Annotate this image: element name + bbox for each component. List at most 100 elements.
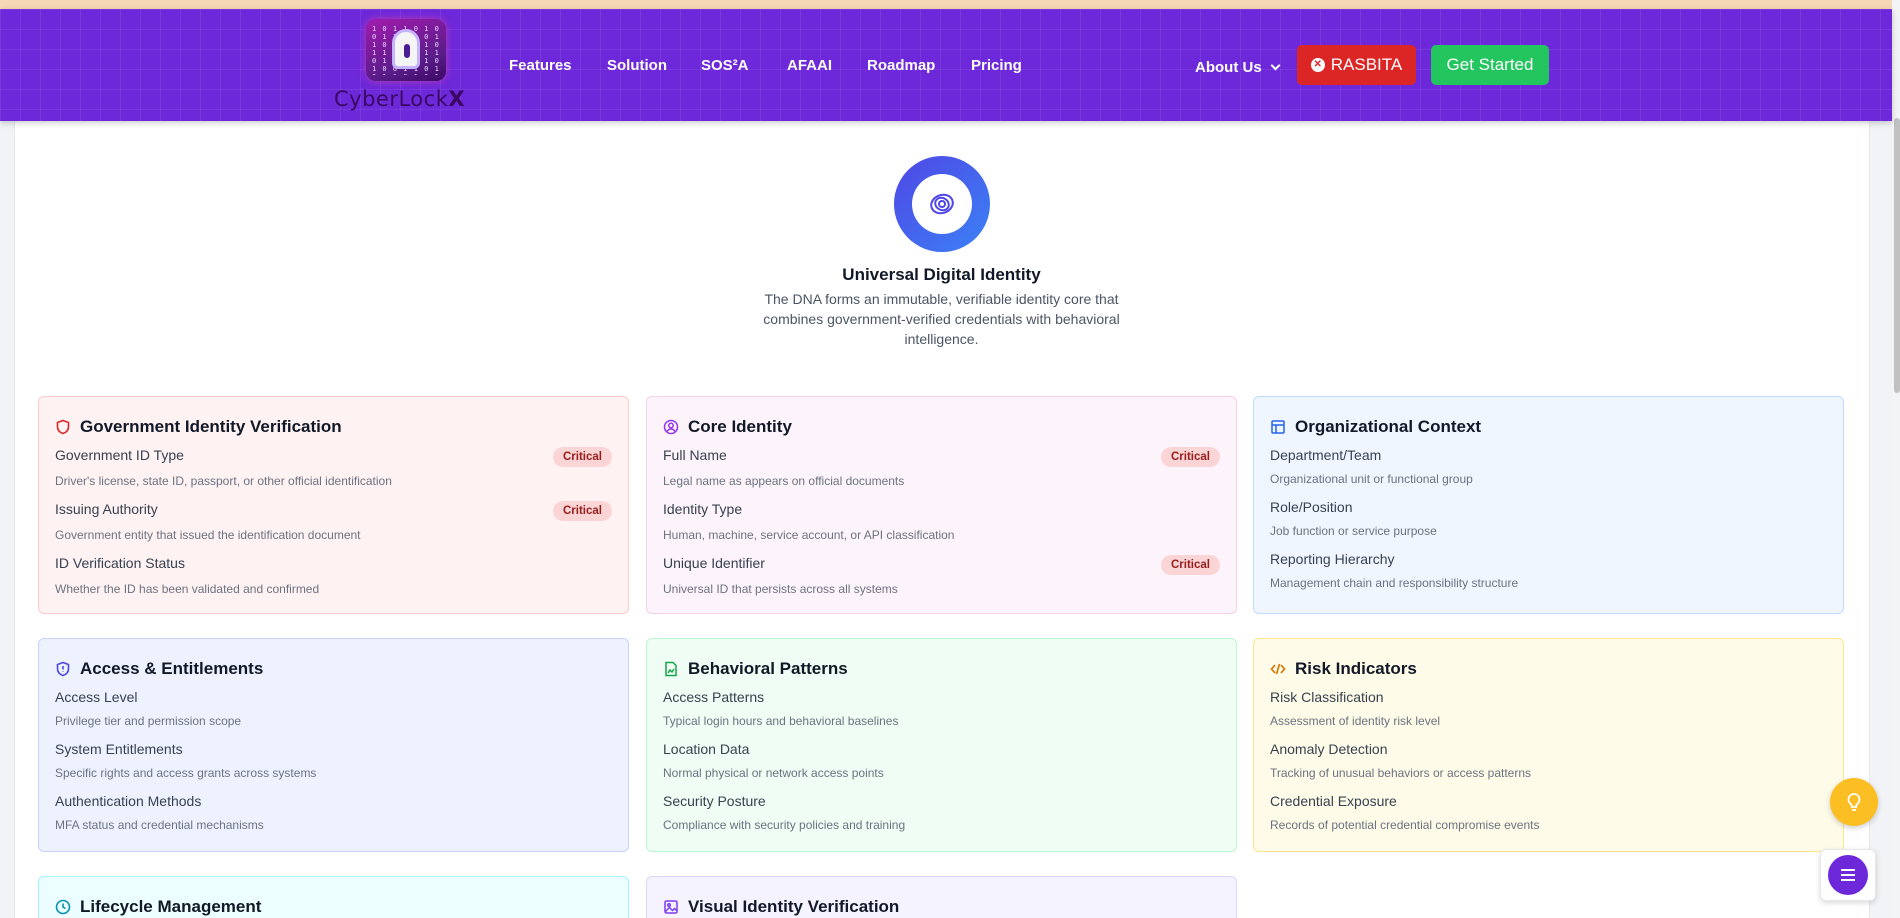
hero-description: The DNA forms an immutable, verifiable i… (763, 291, 1120, 347)
card-risk-indicators: Risk Indicators Risk Classification Asse… (1253, 638, 1844, 852)
hero-identity-badge (894, 156, 990, 252)
field-row: System Entitlements Specific rights and … (55, 741, 612, 793)
field-label: ID Verification Status (55, 555, 185, 571)
brand-name: CyberLockX (334, 87, 466, 111)
field-label: Government ID Type (55, 447, 184, 463)
nav-link-sos2a[interactable]: SOS²A (701, 57, 749, 74)
field-description: Management chain and responsibility stru… (1270, 576, 1519, 590)
nav-link-features[interactable]: Features (509, 57, 572, 74)
card-title: Visual Identity Verification (688, 897, 900, 916)
critical-badge: Critical (1161, 555, 1220, 575)
nav-link-solution[interactable]: Solution (607, 57, 667, 74)
card-core-identity: Core Identity Full Name Critical Legal n… (646, 396, 1237, 614)
brand-logo[interactable]: 1 0 1 1 0 1 0 0 1 1 0 1 0 1 1 0 1 0 0 1 … (334, 19, 480, 119)
field-description: Legal name as appears on official docume… (663, 474, 905, 488)
field-label: Unique Identifier (663, 555, 765, 571)
field-description: Privilege tier and permission scope (55, 714, 242, 728)
top-accent-strip (0, 0, 1900, 9)
field-row: Reporting Hierarchy Management chain and… (1270, 551, 1827, 603)
file-chart-icon (665, 661, 677, 677)
card-title: Behavioral Patterns (688, 659, 848, 678)
scrollbar-thumb[interactable] (1894, 118, 1900, 393)
keyhole-logo-icon: 1 0 1 1 0 1 0 0 1 1 0 1 0 1 1 0 1 0 0 1 … (366, 19, 446, 81)
navbar: 1 0 1 1 0 1 0 0 1 1 0 1 0 1 1 0 1 0 0 1 … (0, 9, 1892, 121)
card-lifecycle-management: Lifecycle Management (38, 876, 629, 918)
nav-link-pricing[interactable]: Pricing (971, 57, 1022, 74)
about-us-dropdown[interactable]: About Us (1195, 59, 1281, 76)
field-description: Whether the ID has been validated and co… (55, 582, 320, 596)
field-description: Driver's license, state ID, passport, or… (55, 474, 392, 488)
field-description: MFA status and credential mechanisms (55, 818, 264, 832)
field-description: Organizational unit or functional group (1270, 472, 1473, 486)
field-row: Role/Position Job function or service pu… (1270, 499, 1827, 551)
field-row: Risk Classification Assessment of identi… (1270, 689, 1827, 741)
field-row: Unique Identifier Critical Universal ID … (663, 555, 1220, 607)
menu-icon (1828, 855, 1868, 895)
field-description: Compliance with security policies and tr… (663, 818, 906, 832)
card-title: Risk Indicators (1295, 659, 1417, 678)
field-row: Access Level Privilege tier and permissi… (55, 689, 612, 741)
close-circle-icon: ✕ (1310, 58, 1325, 72)
field-row: Credential Exposure Records of potential… (1270, 793, 1827, 845)
user-circle-icon (663, 419, 679, 435)
critical-badge: Critical (553, 501, 612, 521)
rasbita-label: RASBITA (1330, 55, 1403, 74)
card-visual-identity-verification: Visual Identity Verification (646, 876, 1237, 918)
field-label: Access Patterns (663, 689, 765, 705)
card-title: Lifecycle Management (80, 897, 262, 916)
critical-badge: Critical (553, 447, 612, 467)
field-label: System Entitlements (55, 741, 183, 757)
card-title: Core Identity (688, 417, 792, 436)
tips-button[interactable] (1830, 778, 1878, 826)
field-label: Security Posture (663, 793, 766, 809)
menu-button[interactable] (1820, 849, 1876, 901)
field-label: Identity Type (663, 501, 743, 517)
fingerprint-icon (930, 193, 954, 215)
image-icon (664, 900, 678, 914)
card-behavioral-patterns: Behavioral Patterns Access Patterns Typi… (646, 638, 1237, 852)
card-title: Access & Entitlements (80, 659, 264, 678)
get-started-button[interactable]: Get Started (1431, 45, 1549, 85)
card-title: Organizational Context (1295, 417, 1482, 436)
field-label: Full Name (663, 447, 727, 463)
field-row: Authentication Methods MFA status and cr… (55, 793, 612, 845)
field-label: Authentication Methods (55, 793, 202, 809)
field-row: Security Posture Compliance with securit… (663, 793, 1220, 845)
field-label: Location Data (663, 741, 750, 757)
layout-icon (1271, 420, 1285, 434)
field-row: Anomaly Detection Tracking of unusual be… (1270, 741, 1827, 793)
field-label: Reporting Hierarchy (1270, 551, 1395, 567)
field-label: Issuing Authority (55, 501, 158, 517)
field-row: Issuing Authority Critical Government en… (55, 501, 612, 553)
card-government-identity: Government Identity Verification Governm… (38, 396, 629, 614)
field-row: ID Verification Status Whether the ID ha… (55, 555, 612, 607)
chevron-down-icon (1270, 60, 1281, 71)
critical-badge: Critical (1161, 447, 1220, 467)
shield-alert-icon (56, 661, 70, 677)
field-label: Role/Position (1270, 499, 1353, 515)
clock-icon (55, 899, 71, 915)
field-description: Specific rights and access grants across… (55, 766, 317, 780)
field-row: Department/Team Organizational unit or f… (1270, 447, 1827, 499)
field-description: Typical login hours and behavioral basel… (663, 714, 899, 728)
field-description: Assessment of identity risk level (1270, 714, 1441, 728)
field-label: Access Level (55, 689, 138, 705)
field-row: Full Name Critical Legal name as appears… (663, 447, 1220, 499)
field-label: Risk Classification (1270, 689, 1384, 705)
field-label: Department/Team (1270, 447, 1382, 463)
hero-title: Universal Digital Identity (842, 265, 1041, 284)
field-row: Government ID Type Critical Driver's lic… (55, 447, 612, 499)
field-row: Access Patterns Typical login hours and … (663, 689, 1220, 741)
nav-link-roadmap[interactable]: Roadmap (867, 57, 935, 74)
field-description: Universal ID that persists across all sy… (663, 582, 898, 596)
card-title: Government Identity Verification (80, 417, 342, 436)
lightbulb-icon (1847, 793, 1861, 811)
shield-icon (56, 419, 70, 435)
about-us-label: About Us (1195, 59, 1262, 76)
rasbita-button[interactable]: ✕ RASBITA (1297, 45, 1416, 85)
field-row: Identity Type Human, machine, service ac… (663, 501, 1220, 553)
card-access-entitlements: Access & Entitlements Access Level Privi… (38, 638, 629, 852)
field-description: Tracking of unusual behaviors or access … (1270, 766, 1532, 780)
card-organizational-context: Organizational Context Department/Team O… (1253, 396, 1844, 614)
nav-link-afaai[interactable]: AFAAI (787, 57, 832, 74)
